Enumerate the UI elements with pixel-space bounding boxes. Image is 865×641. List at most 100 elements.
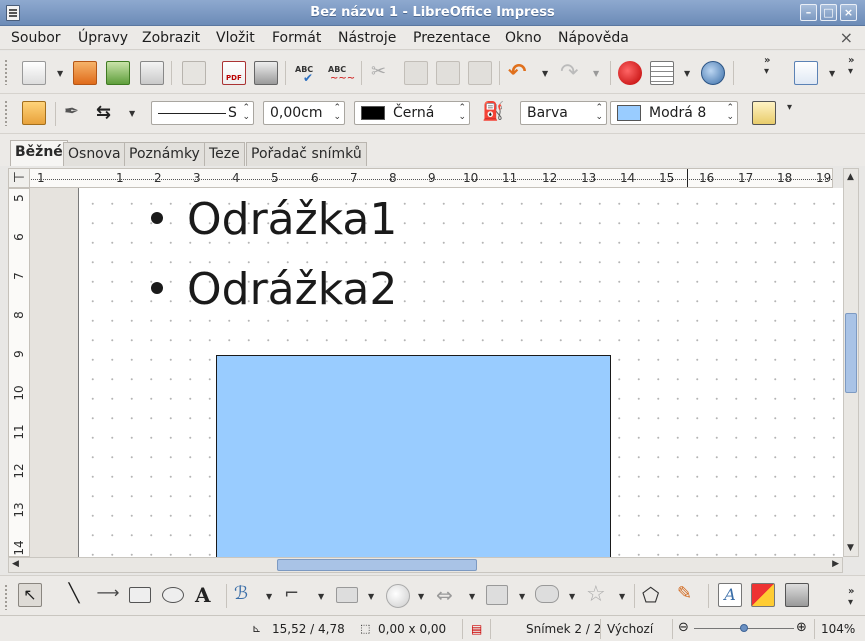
- ellipse-icon[interactable]: [162, 587, 184, 603]
- line-width-spinbox[interactable]: 0,00cm ⌃ ⌄: [263, 101, 345, 125]
- table-icon[interactable]: [650, 61, 674, 85]
- undo-icon[interactable]: ↶: [508, 60, 532, 85]
- autospellcheck-icon[interactable]: ABC ~~~: [328, 61, 355, 85]
- close-window-button[interactable]: ×: [840, 4, 857, 21]
- block-arrows-icon[interactable]: ⇔: [436, 583, 460, 607]
- arrow-style-icon[interactable]: ⇆: [96, 102, 120, 126]
- toolbar-grip[interactable]: [4, 59, 8, 85]
- edit-file-icon[interactable]: [182, 61, 206, 85]
- zoom-slider-handle[interactable]: [740, 624, 748, 632]
- copy-icon[interactable]: [404, 61, 428, 85]
- curve-icon[interactable]: ℬ: [234, 583, 258, 607]
- tab-notes[interactable]: Poznámky: [124, 142, 205, 166]
- line-tool-icon[interactable]: ╲: [62, 583, 86, 607]
- close-document-icon[interactable]: ×: [840, 28, 853, 47]
- hyperlink-icon[interactable]: [701, 61, 725, 85]
- zoom-out-icon[interactable]: ⊖: [678, 620, 689, 635]
- new-document-icon[interactable]: [22, 61, 46, 85]
- redo-dropdown-icon[interactable]: ▼: [593, 69, 599, 78]
- horizontal-ruler[interactable]: 1 1 2 3 4 5 6 7 8 9 10 11 12 13 14 15 16…: [8, 168, 833, 188]
- menu-format[interactable]: Formát: [272, 30, 321, 46]
- stars-dropdown-icon[interactable]: ▼: [619, 592, 625, 601]
- tab-handout[interactable]: Teze: [204, 142, 245, 166]
- line-style-select[interactable]: S ⌃ ⌄: [151, 101, 254, 125]
- maximize-button[interactable]: □: [820, 4, 837, 21]
- tab-normal[interactable]: Běžné: [10, 140, 68, 166]
- area-color-select[interactable]: Modrá 8 ⌃ ⌄: [610, 101, 738, 125]
- glue-points-icon[interactable]: ✎: [677, 583, 701, 607]
- toolbar-grip-2[interactable]: [4, 100, 8, 126]
- line-color-select[interactable]: Černá ⌃ ⌄: [354, 101, 470, 125]
- slide-canvas[interactable]: Odrážka1 Odrážka2: [78, 188, 843, 557]
- symbol-shapes-icon[interactable]: [386, 584, 410, 608]
- menu-window[interactable]: Okno: [505, 30, 542, 46]
- spellcheck-icon[interactable]: ABC ✔: [295, 61, 319, 85]
- connector-icon[interactable]: ⌐: [284, 583, 308, 607]
- slide-dropdown-icon[interactable]: ▼: [829, 69, 835, 78]
- undo-dropdown-icon[interactable]: ▼: [542, 69, 548, 78]
- zoom-level[interactable]: 104%: [821, 622, 855, 636]
- slide-workspace[interactable]: Odrážka1 Odrážka2: [30, 188, 843, 557]
- points-icon[interactable]: ⬠: [642, 583, 666, 607]
- callouts-dropdown-icon[interactable]: ▼: [569, 592, 575, 601]
- stars-icon[interactable]: ☆: [586, 582, 610, 607]
- open-folder-icon[interactable]: [73, 61, 97, 85]
- basic-shapes-dropdown-icon[interactable]: ▼: [368, 592, 374, 601]
- toolbar-overflow-icon-4[interactable]: » ▾: [848, 586, 854, 608]
- scroll-down-icon[interactable]: ▼: [847, 543, 854, 553]
- menu-file[interactable]: Soubor: [11, 30, 61, 46]
- bullet-item[interactable]: Odrážka1: [151, 194, 397, 245]
- new-dropdown-icon[interactable]: ▼: [57, 69, 63, 78]
- scroll-right-icon[interactable]: ▶: [832, 559, 839, 569]
- chart-icon[interactable]: [618, 61, 642, 85]
- clone-formatting-icon[interactable]: [468, 61, 492, 85]
- toolbar-overflow-icon-2[interactable]: » ▾: [848, 55, 854, 77]
- line-width-spin-icon[interactable]: ⌃ ⌄: [333, 104, 341, 122]
- menu-insert[interactable]: Vložit: [216, 30, 255, 46]
- save-icon[interactable]: [106, 61, 130, 85]
- scroll-left-icon[interactable]: ◀: [12, 559, 19, 569]
- select-icon[interactable]: ↖: [18, 583, 42, 607]
- block-arrows-dropdown-icon[interactable]: ▼: [469, 592, 475, 601]
- arrow-style-dropdown-icon[interactable]: ▼: [129, 109, 135, 118]
- area-icon[interactable]: ⛽: [482, 101, 506, 125]
- print-icon[interactable]: [254, 61, 278, 85]
- horizontal-scrollbar[interactable]: ◀ ▶: [8, 557, 843, 573]
- ruler-corner-tab-icon[interactable]: ⊢: [8, 168, 30, 188]
- zoom-in-icon[interactable]: ⊕: [796, 620, 807, 635]
- area-style-spin-icon[interactable]: ⌃ ⌄: [595, 104, 603, 122]
- vertical-scroll-thumb[interactable]: [845, 313, 857, 393]
- line-style-spin-icon[interactable]: ⌃ ⌄: [242, 104, 250, 122]
- rectangle-icon[interactable]: [129, 587, 151, 603]
- bullet-item[interactable]: Odrážka2: [151, 264, 397, 315]
- tab-slide-sorter[interactable]: Pořadač snímků: [246, 142, 367, 166]
- symbol-shapes-dropdown-icon[interactable]: ▼: [418, 592, 424, 601]
- menu-tools[interactable]: Nástroje: [338, 30, 396, 46]
- scroll-up-icon[interactable]: ▲: [847, 172, 854, 182]
- shadow-icon[interactable]: [752, 101, 776, 125]
- table-dropdown-icon[interactable]: ▼: [684, 69, 690, 78]
- curve-dropdown-icon[interactable]: ▼: [266, 592, 272, 601]
- toolbar-overflow-icon-3[interactable]: ▾: [787, 102, 792, 113]
- menu-edit[interactable]: Úpravy: [78, 30, 128, 46]
- menu-slideshow[interactable]: Prezentace: [413, 30, 490, 46]
- insert-slide-icon[interactable]: [794, 61, 818, 85]
- cut-icon[interactable]: ✂: [371, 61, 395, 85]
- rectangle-shape[interactable]: [216, 355, 611, 557]
- horizontal-scroll-thumb[interactable]: [277, 559, 477, 571]
- line-icon[interactable]: ✒: [64, 101, 88, 125]
- flowchart-icon[interactable]: [486, 585, 508, 605]
- extrusion-icon[interactable]: [785, 583, 809, 607]
- tab-outline[interactable]: Osnova: [63, 142, 126, 166]
- arrow-line-icon[interactable]: ⟶: [96, 583, 120, 607]
- area-style-select[interactable]: Barva ⌃ ⌄: [520, 101, 607, 125]
- zoom-slider[interactable]: [694, 624, 794, 632]
- export-pdf-icon[interactable]: PDF: [222, 61, 246, 85]
- line-color-spin-icon[interactable]: ⌃ ⌄: [458, 104, 466, 122]
- callouts-icon[interactable]: [535, 585, 559, 603]
- styles-icon[interactable]: [22, 101, 46, 125]
- menu-help[interactable]: Nápověda: [558, 30, 629, 46]
- text-icon[interactable]: A: [195, 583, 219, 607]
- fontwork-icon[interactable]: A: [718, 583, 742, 607]
- minimize-button[interactable]: –: [800, 4, 817, 21]
